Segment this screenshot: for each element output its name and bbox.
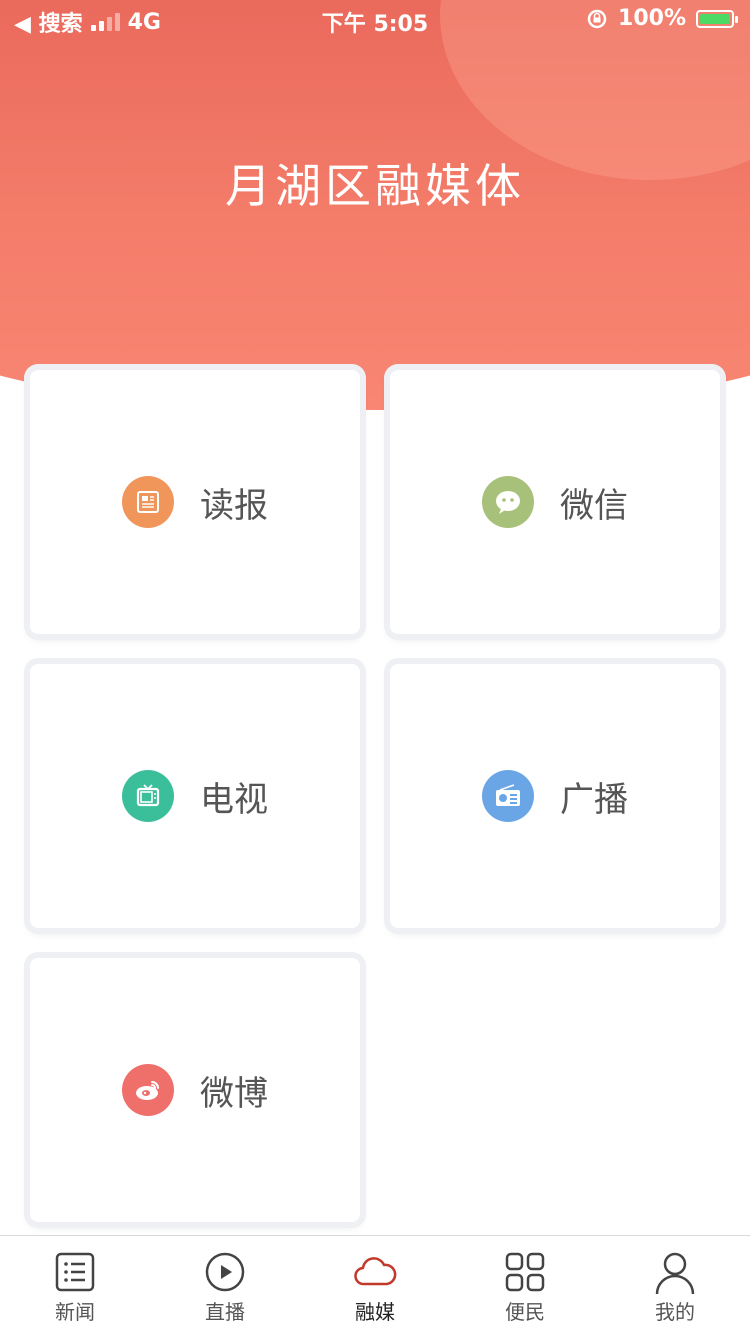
card-label: 电视 [200,779,268,820]
grid-icon [505,1252,545,1292]
tab-label: 融媒 [355,1300,395,1324]
page-title: 月湖区融媒体 [225,159,525,213]
card-label: 微信 [560,485,628,526]
wechat-icon [482,476,534,528]
card-label: 微博 [200,1073,268,1114]
rotation-lock-icon [587,9,607,28]
screen: ◀ 搜索 4G 下午 5:05 100% 月湖区融媒体 读报 微信 电视 广播 … [0,0,750,1334]
tab-news[interactable]: 新闻 [0,1236,150,1334]
tab-label: 便民 [505,1300,545,1324]
card-label: 读报 [200,485,268,526]
status-bar: ◀ 搜索 4G 下午 5:05 100% [0,0,750,40]
tab-services[interactable]: 便民 [450,1236,600,1334]
tv-icon [122,770,174,822]
card-weibo[interactable]: 微博 [30,958,360,1222]
battery-percent: 100% [618,6,686,31]
tab-live[interactable]: 直播 [150,1236,300,1334]
card-wechat[interactable]: 微信 [390,370,720,634]
tab-label: 直播 [205,1300,245,1324]
bottom-tab-bar: 新闻 直播 融媒 便民 我的 [0,1235,750,1334]
user-icon [655,1252,695,1294]
cloud-icon [354,1257,397,1286]
tab-profile[interactable]: 我的 [600,1236,750,1334]
play-icon [205,1252,245,1292]
battery-icon [696,9,738,28]
tab-label: 我的 [655,1300,695,1324]
tab-media[interactable]: 融媒 [300,1236,450,1334]
card-radio[interactable]: 广播 [390,664,720,928]
card-tv[interactable]: 电视 [30,664,360,928]
card-read-newspaper[interactable]: 读报 [30,370,360,634]
list-icon [55,1252,95,1292]
status-right: 100% [586,6,738,31]
weibo-icon [122,1064,174,1116]
tab-label: 新闻 [55,1300,95,1324]
card-label: 广播 [560,779,628,820]
newspaper-icon [122,476,174,528]
radio-icon [482,770,534,822]
